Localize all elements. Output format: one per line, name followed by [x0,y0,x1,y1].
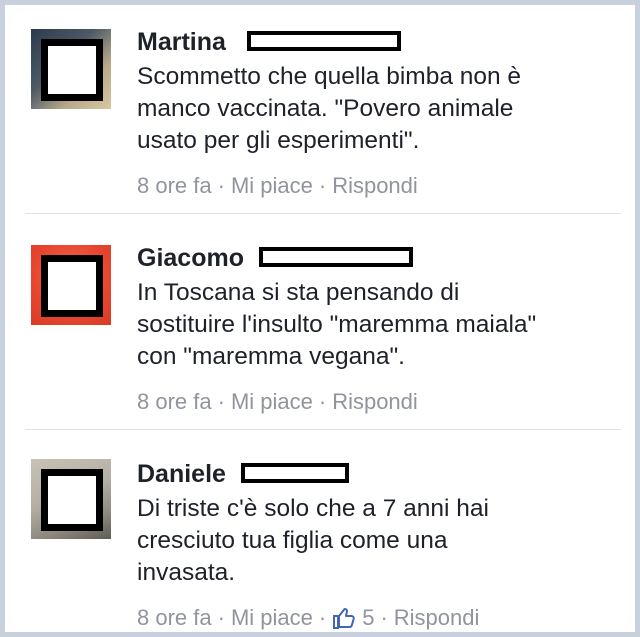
timestamp[interactable]: 8 ore fa [137,173,212,198]
avatar[interactable] [31,245,111,325]
comment-actions: 8 ore fa · Mi piace · Rispondi [137,171,615,200]
comment-body: Giacomo In Toscana si sta pensando di so… [137,241,615,416]
comment-text: Scommetto che quella bimba non è manco v… [137,63,522,154]
separator: · [318,389,327,415]
like-link[interactable]: Mi piace [231,389,313,414]
redacted-surname [241,463,349,483]
separator: · [318,173,327,199]
censor-box [41,39,103,101]
divider [25,429,621,430]
avatar[interactable] [31,29,111,109]
comment-actions: 8 ore fa · Mi piace · Rispondi [137,387,615,416]
comment-text: In Toscana si sta pensando di sostituire… [137,279,537,370]
reply-link[interactable]: Rispondi [332,173,418,198]
comment-body: Martina Scommetto che quella bimba non è… [137,25,615,200]
comment-actions: 8 ore fa · Mi piace · 5 · Rispondi [137,603,615,632]
comment-body: Daniele Di triste c'è solo che a 7 anni … [137,457,615,632]
author-name[interactable]: Daniele [137,460,226,488]
separator: · [217,605,225,631]
redacted-surname [247,31,401,51]
comments-panel: Martina Scommetto che quella bimba non è… [0,0,640,637]
like-thumb-icon[interactable] [332,606,356,630]
like-link[interactable]: Mi piace [231,173,313,198]
name-row: Martina [137,25,615,59]
censor-box [41,469,103,531]
comment-item: Daniele Di triste c'è solo che a 7 anni … [25,451,615,637]
author-name[interactable]: Martina [137,28,226,56]
separator: · [217,173,225,199]
divider [25,213,621,214]
author-name[interactable]: Giacomo [137,244,244,272]
separator: · [380,605,388,631]
reply-link[interactable]: Rispondi [394,605,480,630]
like-count[interactable]: 5 [362,605,374,630]
comment-text: Di triste c'è solo che a 7 anni hai cres… [137,495,489,586]
comment-item: Giacomo In Toscana si sta pensando di so… [25,235,615,435]
avatar[interactable] [31,459,111,539]
separator: · [318,605,327,631]
censor-box [41,255,103,317]
redacted-surname [259,247,413,267]
name-row: Giacomo [137,241,615,275]
like-link[interactable]: Mi piace [231,605,313,630]
name-row: Daniele [137,457,615,491]
separator: · [217,389,225,415]
reply-link[interactable]: Rispondi [332,389,418,414]
comment-item: Martina Scommetto che quella bimba non è… [25,19,615,219]
timestamp[interactable]: 8 ore fa [137,389,212,414]
timestamp[interactable]: 8 ore fa [137,605,212,630]
